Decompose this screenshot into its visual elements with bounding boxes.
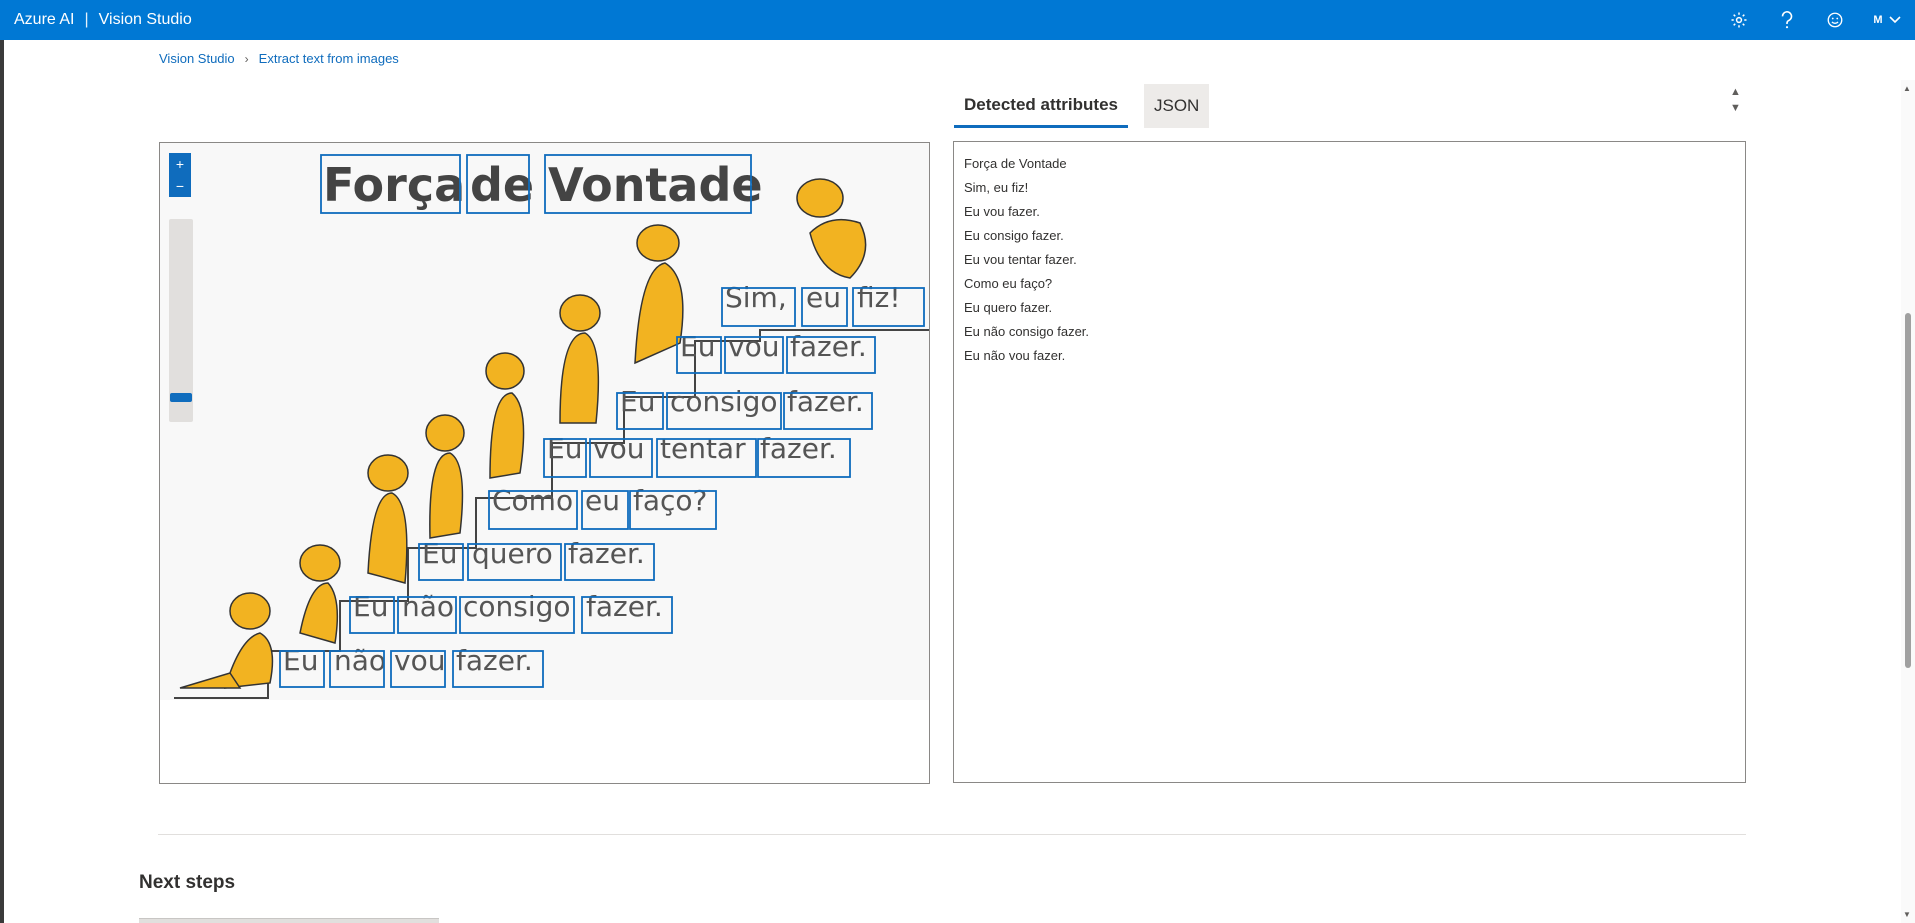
chevron-right-icon: › [244, 51, 249, 66]
next-steps-heading: Next steps [139, 872, 236, 893]
result-line: Eu não consigo fazer. [964, 324, 1090, 339]
image-canvas: Força de Vontade Sim, eu fiz! Eu vou faz… [160, 143, 929, 700]
image-word: não [334, 644, 386, 677]
image-word: Eu [353, 590, 388, 623]
zoom-in-button[interactable]: + [169, 153, 191, 175]
image-word: Eu [547, 432, 582, 465]
account-menu[interactable]: M [1859, 14, 1915, 26]
image-word: eu [806, 281, 841, 314]
result-line: Eu vou tentar fazer. [964, 252, 1077, 267]
page-scrollbar[interactable]: ▲ ▼ [1901, 80, 1915, 923]
left-edge [0, 40, 4, 923]
result-line: Como eu faço? [964, 276, 1053, 291]
result-line: Sim, eu fiz! [964, 180, 1029, 195]
zoom-out-button[interactable]: − [169, 175, 191, 197]
result-line: Eu consigo fazer. [964, 228, 1064, 243]
arrow-down-icon[interactable]: ▼ [1730, 102, 1741, 114]
image-word: Vontade [548, 158, 763, 212]
image-panel: Força de Vontade Sim, eu fiz! Eu vou faz… [159, 142, 930, 784]
top-bar: Azure AI | Vision Studio M [0, 0, 1915, 40]
breadcrumb: Vision Studio › Extract text from images [159, 51, 399, 66]
image-title-text: Força de Vontade [323, 158, 763, 212]
scroll-arrows: ▲ ▼ [1730, 86, 1741, 114]
arrow-up-icon[interactable]: ▲ [1730, 86, 1741, 98]
image-word: quero [472, 537, 553, 570]
brand[interactable]: Azure AI | Vision Studio [0, 11, 192, 29]
breadcrumb-current[interactable]: Extract text from images [259, 51, 399, 66]
image-word: tentar [660, 432, 746, 465]
image-word: Eu [422, 537, 457, 570]
image-word: fazer. [568, 537, 645, 570]
image-word: vou [394, 644, 445, 677]
ocr-image: Força de Vontade Sim, eu fiz! Eu vou faz… [174, 154, 929, 699]
result-line: Eu quero fazer. [964, 300, 1053, 315]
scroll-up-icon[interactable]: ▲ [1903, 84, 1911, 93]
brand-name: Azure AI [14, 11, 75, 28]
smiley-icon[interactable] [1811, 0, 1859, 40]
image-word: fiz! [857, 281, 901, 314]
image-word: vou [593, 432, 644, 465]
help-icon[interactable] [1763, 0, 1811, 40]
result-line: Eu vou fazer. [964, 204, 1040, 219]
image-word: Eu [283, 644, 318, 677]
section-divider [158, 834, 1746, 835]
chevron-down-icon [1889, 16, 1901, 24]
image-word: consigo [463, 590, 571, 623]
tab-detected-attributes[interactable]: Detected attributes [954, 84, 1128, 128]
tab-json[interactable]: JSON [1143, 84, 1210, 128]
image-word: eu [585, 484, 620, 517]
scroll-down-icon[interactable]: ▼ [1903, 910, 1911, 919]
next-steps-card[interactable] [139, 918, 439, 923]
image-word: vou [728, 330, 779, 363]
image-word: Sim, [725, 281, 787, 314]
zoom-slider[interactable] [169, 219, 193, 422]
image-word: fazer. [456, 644, 533, 677]
image-word: faço? [633, 484, 707, 517]
scrollbar-thumb[interactable] [1905, 313, 1911, 668]
image-word: de [470, 158, 534, 212]
detected-text-panel: Força de Vontade Sim, eu fiz! Eu vou faz… [953, 141, 1746, 783]
image-word: consigo [670, 385, 778, 418]
image-word: fazer. [760, 432, 837, 465]
zoom-control: + − [169, 153, 193, 422]
zoom-slider-thumb[interactable] [170, 393, 192, 402]
product-name: Vision Studio [98, 11, 192, 28]
result-line: Eu não vou fazer. [964, 348, 1066, 363]
brand-separator: | [84, 11, 89, 28]
image-word: fazer. [586, 590, 663, 623]
gear-icon[interactable] [1715, 0, 1763, 40]
image-word: Como [492, 484, 573, 517]
image-word: não [402, 590, 454, 623]
breadcrumb-root[interactable]: Vision Studio [159, 51, 235, 66]
image-word: Força [323, 158, 465, 212]
image-word: Eu [680, 330, 715, 363]
image-word: fazer. [790, 330, 867, 363]
image-word: fazer. [787, 385, 864, 418]
result-line: Força de Vontade [964, 156, 1067, 171]
image-word: Eu [620, 385, 655, 418]
avatar: M [1873, 14, 1883, 26]
result-tabs: Detected attributes JSON [954, 84, 1210, 128]
